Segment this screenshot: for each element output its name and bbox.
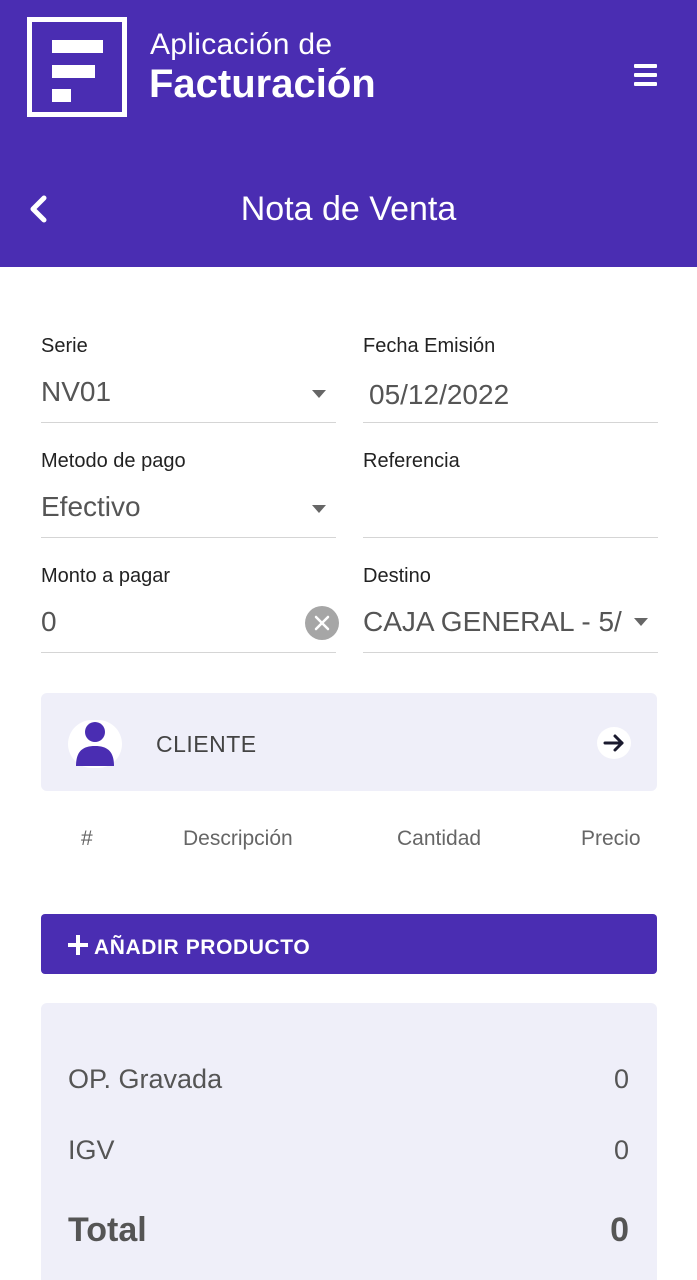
app-title-line1: Aplicación de <box>150 28 333 61</box>
divider <box>41 422 336 423</box>
clear-icon[interactable] <box>305 606 339 640</box>
column-header-number: # <box>81 827 93 850</box>
column-header-cantidad: Cantidad <box>397 827 482 850</box>
metodo-pago-select[interactable]: Efectivo <box>41 491 141 523</box>
monto-pagar-label: Monto a pagar <box>41 565 170 587</box>
app-logo-icon <box>27 17 127 117</box>
divider <box>363 422 658 423</box>
app-title-line2: Facturación <box>149 62 376 106</box>
metodo-pago-label: Metodo de pago <box>41 450 186 472</box>
divider <box>41 537 336 538</box>
monto-pagar-input[interactable]: 0 <box>41 606 57 638</box>
destino-select[interactable]: CAJA GENERAL - 5/ <box>363 606 625 638</box>
op-gravada-label: OP. Gravada <box>68 1064 223 1094</box>
total-label: Total <box>68 1211 147 1249</box>
plus-icon <box>68 935 88 955</box>
app-header: Aplicación de Facturación Nota de Venta <box>0 0 697 267</box>
divider <box>363 652 658 653</box>
add-product-label: AÑADIR PRODUCTO <box>94 936 311 959</box>
monto-pagar-field[interactable]: Monto a pagar 0 <box>41 565 339 653</box>
dropdown-caret-icon <box>634 618 648 626</box>
divider <box>363 537 658 538</box>
fecha-emision-label: Fecha Emisión <box>363 335 496 357</box>
fecha-emision-field[interactable]: Fecha Emisión 05/12/2022 <box>363 335 658 423</box>
destino-field[interactable]: Destino CAJA GENERAL - 5/ <box>363 565 658 653</box>
serie-field[interactable]: Serie NV01 <box>41 335 336 423</box>
total-value: 0 <box>610 1211 629 1249</box>
add-product-button[interactable]: AÑADIR PRODUCTO <box>41 914 657 974</box>
page-title: Nota de Venta <box>240 190 457 228</box>
igv-value: 0 <box>613 1135 629 1165</box>
destino-label: Destino <box>363 565 431 587</box>
user-icon <box>68 720 122 768</box>
referencia-label: Referencia <box>363 450 460 472</box>
column-header-descripcion: Descripción <box>183 827 293 850</box>
totals-panel: OP. Gravada 0 IGV 0 Total 0 <box>41 1003 657 1280</box>
serie-label: Serie <box>41 335 88 357</box>
fecha-emision-input[interactable]: 05/12/2022 <box>369 379 509 411</box>
dropdown-caret-icon <box>312 390 326 398</box>
menu-icon[interactable] <box>634 64 657 86</box>
column-header-precio: Precio <box>581 827 641 850</box>
client-label: CLIENTE <box>156 731 257 757</box>
client-selector[interactable]: CLIENTE <box>41 693 657 791</box>
igv-label: IGV <box>68 1135 115 1165</box>
arrow-right-icon[interactable] <box>597 727 631 759</box>
op-gravada-value: 0 <box>613 1064 629 1094</box>
dropdown-caret-icon <box>312 505 326 513</box>
serie-select[interactable]: NV01 <box>41 376 111 408</box>
metodo-pago-field[interactable]: Metodo de pago Efectivo <box>41 450 336 538</box>
referencia-field[interactable]: Referencia <box>363 450 658 538</box>
divider <box>41 652 336 653</box>
